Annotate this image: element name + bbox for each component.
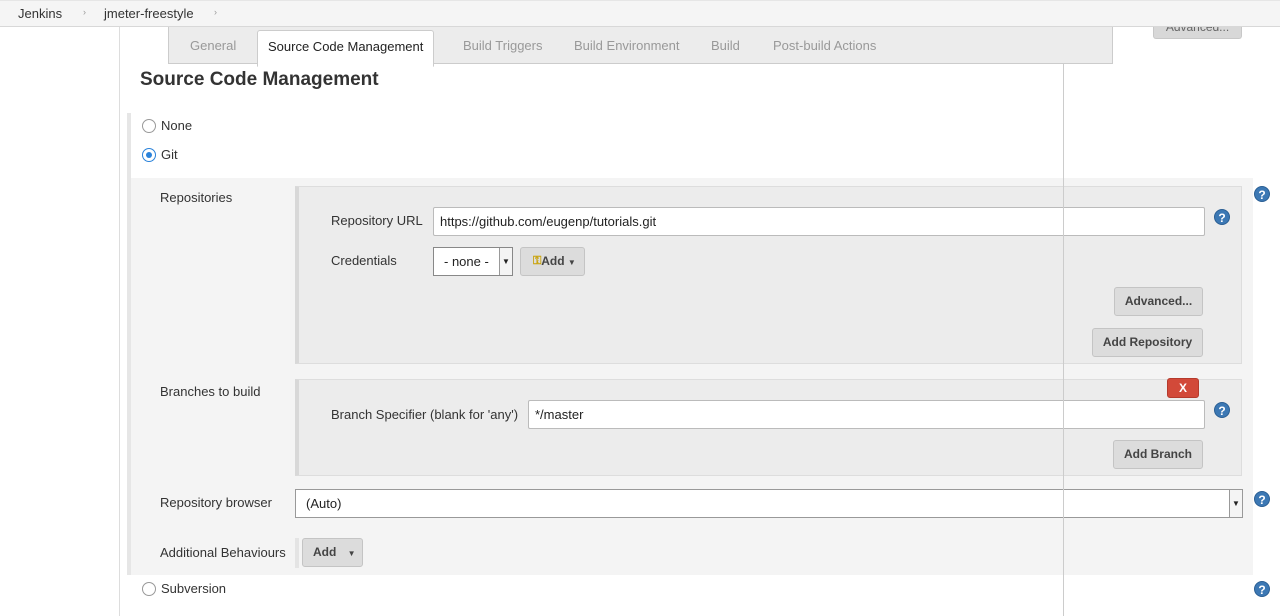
- additional-behaviours-label: Additional Behaviours: [160, 545, 286, 560]
- credentials-value: - none -: [444, 254, 489, 269]
- add-branch-button[interactable]: Add Branch: [1113, 440, 1203, 469]
- right-divider: [1063, 63, 1064, 616]
- breadcrumb: Jenkins › jmeter-freestyle ›: [0, 0, 1280, 27]
- breadcrumb-jenkins[interactable]: Jenkins: [18, 6, 62, 21]
- delete-branch-button[interactable]: X: [1167, 378, 1199, 398]
- help-icon[interactable]: ?: [1254, 186, 1270, 202]
- radio-subversion[interactable]: [142, 582, 156, 596]
- advanced-button[interactable]: Advanced...: [1114, 287, 1203, 316]
- add-behaviour-button[interactable]: Add ▼: [302, 538, 363, 567]
- credentials-label: Credentials: [331, 253, 397, 268]
- repository-browser-value: (Auto): [306, 496, 342, 511]
- radio-none-label: None: [161, 118, 193, 133]
- config-tabbar: General Source Code Management Build Tri…: [168, 27, 1113, 67]
- tab-build[interactable]: Build: [711, 27, 740, 64]
- add-repository-button[interactable]: Add Repository: [1092, 328, 1203, 357]
- radio-subversion-label: Subversion: [161, 581, 227, 596]
- branch-specifier-label: Branch Specifier (blank for 'any'): [331, 407, 519, 422]
- radio-git-label: Git: [161, 147, 178, 162]
- branches-label: Branches to build: [160, 384, 261, 399]
- add-credentials-button[interactable]: ⚿ Add ▼: [520, 247, 585, 276]
- behaviours-bar: [295, 538, 299, 568]
- repository-browser-select[interactable]: (Auto) ▼: [295, 489, 1243, 518]
- dropdown-arrow-icon: ▼: [1229, 490, 1242, 517]
- section-title: Source Code Management: [140, 69, 379, 90]
- caret-down-icon: ▼: [567, 258, 576, 267]
- advanced-button-top[interactable]: Advanced...: [1153, 27, 1242, 39]
- breadcrumb-job[interactable]: jmeter-freestyle: [104, 6, 194, 21]
- repository-url-label: Repository URL: [331, 213, 423, 228]
- radio-git[interactable]: [142, 148, 156, 162]
- credentials-select[interactable]: - none - ▼: [433, 247, 513, 276]
- tab-general[interactable]: General: [190, 27, 236, 64]
- repositories-label: Repositories: [160, 190, 233, 205]
- dropdown-arrow-icon: ▼: [499, 248, 512, 275]
- repository-browser-label: Repository browser: [160, 495, 272, 510]
- chevron-right-icon: ›: [83, 7, 86, 17]
- tab-post-build-actions[interactable]: Post-build Actions: [773, 27, 876, 64]
- repository-url-input[interactable]: https://github.com/eugenp/tutorials.git: [433, 207, 1205, 236]
- help-icon[interactable]: ?: [1254, 491, 1270, 507]
- left-divider: [119, 27, 120, 616]
- chevron-right-icon: ›: [214, 7, 217, 17]
- help-icon[interactable]: ?: [1214, 402, 1230, 418]
- tab-source-code-management[interactable]: Source Code Management: [257, 30, 435, 67]
- key-icon: ⚿: [533, 255, 542, 267]
- caret-down-icon: ▼: [347, 549, 356, 558]
- tab-build-environment[interactable]: Build Environment: [574, 27, 680, 64]
- branch-specifier-input[interactable]: */master: [528, 400, 1205, 429]
- help-icon[interactable]: ?: [1214, 209, 1230, 225]
- help-icon[interactable]: ?: [1254, 581, 1270, 597]
- radio-none[interactable]: [142, 119, 156, 133]
- tab-build-triggers[interactable]: Build Triggers: [463, 27, 542, 64]
